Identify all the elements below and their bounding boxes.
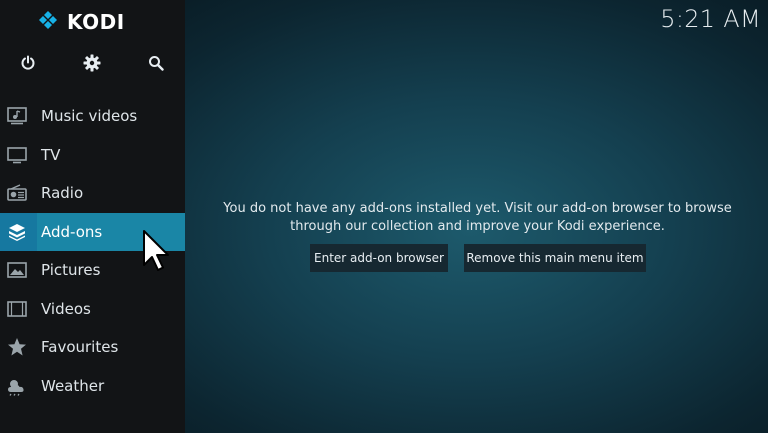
star-icon bbox=[6, 337, 28, 357]
sidebar-item-label: TV bbox=[41, 145, 61, 164]
music-video-icon bbox=[6, 106, 28, 126]
kodi-logo-text: KODI bbox=[67, 10, 125, 34]
sidebar-item-favourites[interactable]: Favourites bbox=[0, 328, 185, 367]
remove-menu-item-button[interactable]: Remove this main menu item bbox=[464, 244, 646, 272]
gear-icon bbox=[83, 54, 101, 72]
sidebar-item-music-videos[interactable]: Music videos bbox=[0, 97, 185, 136]
kodi-logo: KODI bbox=[36, 9, 125, 35]
empty-addons-message: You do not have any add-ons installed ye… bbox=[223, 201, 732, 234]
videos-icon bbox=[6, 299, 28, 319]
kodi-logo-icon bbox=[39, 11, 57, 29]
kodi-home-screen: KODI Music videos TV Radio Add-ons Pictu… bbox=[0, 0, 768, 433]
sidebar-item-label: Weather bbox=[41, 376, 105, 395]
sidebar-item-label: Add-ons bbox=[41, 222, 103, 241]
addons-box-icon bbox=[6, 222, 28, 242]
power-button[interactable] bbox=[15, 50, 41, 76]
settings-button[interactable] bbox=[79, 50, 105, 76]
top-toolbar bbox=[0, 50, 185, 76]
sidebar-item-weather[interactable]: Weather bbox=[0, 367, 185, 406]
action-buttons: Enter add-on browser Remove this main me… bbox=[0, 244, 768, 272]
power-icon bbox=[21, 55, 35, 70]
tv-icon bbox=[6, 145, 28, 165]
sidebar-item-label: Favourites bbox=[41, 338, 119, 357]
sidebar-item-radio[interactable]: Radio bbox=[0, 174, 185, 213]
enter-addon-browser-button[interactable]: Enter add-on browser bbox=[310, 244, 448, 272]
sidebar-item-label: Videos bbox=[41, 299, 91, 318]
sidebar-item-tv[interactable]: TV bbox=[0, 136, 185, 175]
search-button[interactable] bbox=[143, 50, 169, 76]
radio-icon bbox=[6, 183, 28, 203]
clock: 5:21 AM bbox=[660, 5, 761, 33]
sidebar: KODI Music videos TV Radio Add-ons Pictu… bbox=[0, 0, 185, 433]
sidebar-item-label: Music videos bbox=[41, 107, 138, 126]
sidebar-item-videos[interactable]: Videos bbox=[0, 290, 185, 329]
sidebar-item-label: Radio bbox=[41, 184, 84, 203]
weather-icon bbox=[6, 376, 28, 396]
search-icon bbox=[149, 56, 164, 71]
